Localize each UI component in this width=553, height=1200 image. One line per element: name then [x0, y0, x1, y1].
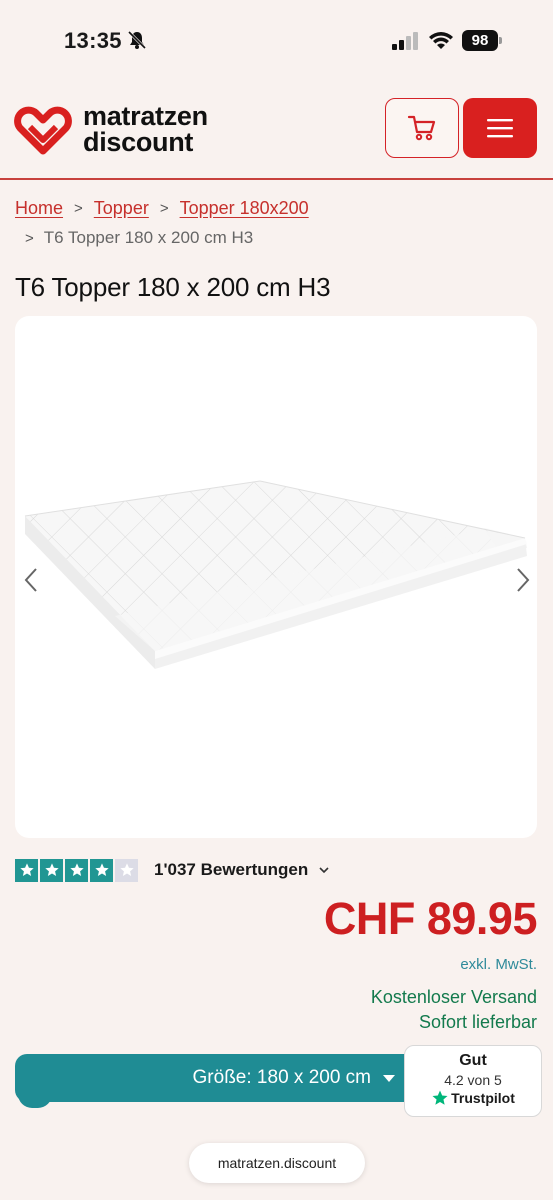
trustpilot-rating-title: Gut: [459, 1052, 487, 1069]
product-title: T6 Topper 180 x 200 cm H3: [15, 272, 331, 302]
gallery-next-arrow-icon[interactable]: [513, 566, 533, 594]
rating-stars: [15, 858, 138, 882]
menu-button[interactable]: [463, 98, 537, 158]
trustpilot-score: 4.2 von 5: [444, 1072, 502, 1088]
breadcrumb-separator: >: [74, 199, 83, 217]
cellular-signal-icon: [392, 32, 418, 50]
star-empty-icon: [115, 858, 138, 882]
site-header: matratzen discount: [0, 80, 553, 180]
cart-button[interactable]: [385, 98, 459, 158]
size-select[interactable]: Größe: 180 x 200 cm: [15, 1054, 435, 1102]
logo-line1: matratzen: [83, 101, 208, 131]
status-time: 13:35: [64, 28, 122, 53]
trustpilot-star-icon: [432, 1090, 448, 1105]
product-price: CHF 89.95: [323, 893, 538, 944]
battery-tip: [499, 37, 502, 44]
wifi-icon: [429, 32, 453, 49]
product-image: [24, 480, 527, 669]
caret-down-icon: [383, 1074, 395, 1082]
breadcrumb-separator: >: [25, 229, 34, 247]
browser-url-bar[interactable]: matratzen.discount: [189, 1143, 365, 1183]
breadcrumb-topper-180x200-link[interactable]: Topper 180x200: [180, 198, 309, 219]
logo-line2: discount: [83, 127, 194, 157]
reviews-count[interactable]: 1'037 Bewertungen: [154, 860, 308, 880]
hamburger-menu-icon: [487, 119, 513, 138]
breadcrumb-current: T6 Topper 180 x 200 cm H3: [43, 228, 254, 247]
trustpilot-brand: Trustpilot: [405, 1089, 541, 1107]
rating-summary[interactable]: 1'037 Bewertungen: [15, 858, 330, 882]
status-bar: 13:35 98: [0, 0, 553, 80]
availability-text: Sofort lieferbar: [418, 1012, 537, 1032]
breadcrumb-separator: >: [159, 199, 169, 217]
breadcrumb-topper-link[interactable]: Topper: [94, 198, 149, 219]
star-icon: [90, 858, 113, 882]
battery-level: 98: [462, 30, 498, 51]
vat-note: exkl. MwSt.: [460, 956, 537, 973]
battery-indicator: 98: [462, 30, 502, 51]
logo-text[interactable]: matratzen discount: [83, 101, 208, 157]
bell-slash-icon: [127, 30, 147, 50]
trustpilot-brand-text: Trustpilot: [451, 1090, 515, 1106]
breadcrumb-home-link[interactable]: Home: [15, 198, 63, 219]
trustpilot-badge[interactable]: Gut 4.2 von 5 Trustpilot: [404, 1045, 542, 1117]
shipping-info: Kostenloser Versand Sofort lieferbar: [371, 985, 537, 1035]
shipping-text: Kostenloser Versand: [370, 987, 537, 1007]
breadcrumb: Home > Topper > Topper 180x200 > T6 Topp…: [15, 196, 545, 250]
gallery-prev-arrow-icon[interactable]: [21, 566, 41, 594]
star-icon: [65, 858, 88, 882]
logo-heart-icon[interactable]: [14, 105, 72, 155]
star-icon: [15, 858, 38, 882]
star-icon: [40, 858, 63, 882]
product-image-gallery[interactable]: [15, 316, 537, 838]
chevron-down-icon[interactable]: [318, 866, 330, 874]
size-select-label: Größe: 180 x 200 cm: [192, 1067, 371, 1088]
cart-icon: [407, 115, 436, 141]
